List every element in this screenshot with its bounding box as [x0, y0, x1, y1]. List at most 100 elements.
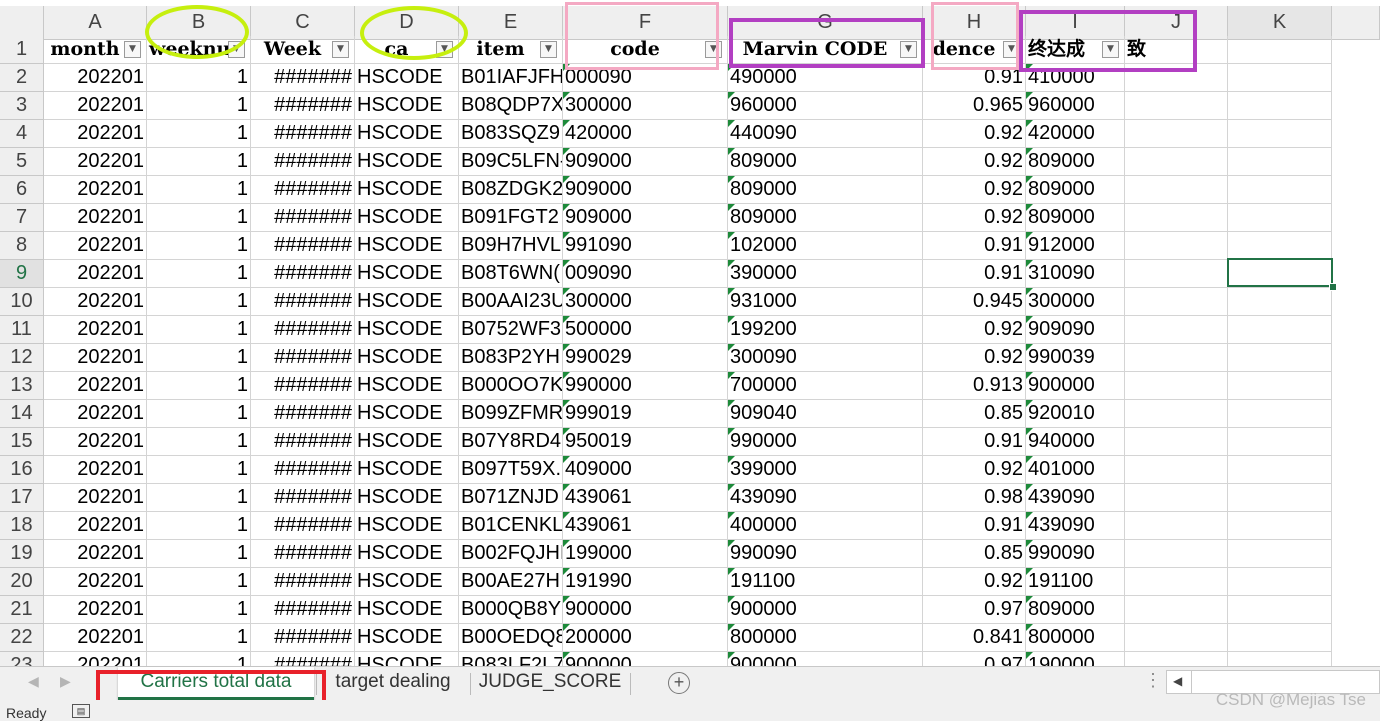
row-number[interactable]: 18	[0, 512, 44, 540]
cell-h[interactable]: 0.92	[923, 204, 1026, 232]
sheet-tab-target-dealing[interactable]: target dealing	[318, 667, 468, 697]
cell-g[interactable]: 400000	[728, 512, 923, 540]
cell-a[interactable]: 202201	[44, 428, 147, 456]
cell-g[interactable]: 300090	[728, 344, 923, 372]
cell-b[interactable]: 1	[147, 232, 251, 260]
cell-b[interactable]: 1	[147, 624, 251, 652]
cell-d[interactable]: HSCODE	[355, 120, 459, 148]
cell[interactable]	[1228, 36, 1332, 64]
cell-d[interactable]: HSCODE	[355, 568, 459, 596]
select-all-corner[interactable]	[0, 6, 44, 40]
cell-a[interactable]: 202201	[44, 64, 147, 92]
cell-g[interactable]: 490000	[728, 64, 923, 92]
cell-j[interactable]	[1125, 232, 1228, 260]
cell-f[interactable]: 900000	[563, 596, 728, 624]
cell-c[interactable]: #######	[251, 288, 355, 316]
cell-b[interactable]: 1	[147, 400, 251, 428]
cell-b[interactable]: 1	[147, 372, 251, 400]
cell-d[interactable]: HSCODE	[355, 400, 459, 428]
cell-c[interactable]: #######	[251, 176, 355, 204]
cell-j[interactable]	[1125, 428, 1228, 456]
cell-b[interactable]: 1	[147, 148, 251, 176]
cell-f[interactable]: 191990	[563, 568, 728, 596]
cell-j[interactable]	[1125, 120, 1228, 148]
cell-b[interactable]: 1	[147, 344, 251, 372]
cell-f[interactable]: 990000	[563, 372, 728, 400]
cell-h[interactable]: 0.92	[923, 176, 1026, 204]
cell-i[interactable]: 800000	[1026, 624, 1125, 652]
cell-j[interactable]	[1125, 484, 1228, 512]
cell-g[interactable]: 900000	[728, 596, 923, 624]
cell-j[interactable]	[1125, 568, 1228, 596]
cell-b[interactable]: 1	[147, 260, 251, 288]
cell-h[interactable]: 0.85	[923, 400, 1026, 428]
cell-a[interactable]: 202201	[44, 288, 147, 316]
cell-b[interactable]: 1	[147, 456, 251, 484]
cell-i[interactable]: 439090	[1026, 484, 1125, 512]
cell-a[interactable]: 202201	[44, 204, 147, 232]
cell-j[interactable]	[1125, 624, 1228, 652]
cell-d[interactable]: HSCODE	[355, 540, 459, 568]
cell-e[interactable]: B08QDP7X	[459, 92, 563, 120]
cell-j[interactable]	[1125, 596, 1228, 624]
cell-h[interactable]: 0.92	[923, 148, 1026, 176]
cell-c[interactable]: #######	[251, 204, 355, 232]
cell-k[interactable]	[1228, 484, 1332, 512]
cell-h[interactable]: 0.91	[923, 512, 1026, 540]
cell-f[interactable]: 991090	[563, 232, 728, 260]
cell-g[interactable]: 440090	[728, 120, 923, 148]
cell-e[interactable]: B083LF2L7	[459, 652, 563, 666]
cell-c[interactable]: #######	[251, 400, 355, 428]
cell-e[interactable]: B000OO7K	[459, 372, 563, 400]
cell-k[interactable]	[1228, 204, 1332, 232]
cell-c[interactable]: #######	[251, 232, 355, 260]
cell-a[interactable]: 202201	[44, 652, 147, 666]
cell-e[interactable]: B097T59X.	[459, 456, 563, 484]
cell-c[interactable]: #######	[251, 484, 355, 512]
cell-h[interactable]: 0.92	[923, 568, 1026, 596]
cell-j[interactable]	[1125, 372, 1228, 400]
cell-j[interactable]	[1125, 148, 1228, 176]
cell-h[interactable]: 0.945	[923, 288, 1026, 316]
cell-b[interactable]: 1	[147, 512, 251, 540]
cell-d[interactable]: HSCODE	[355, 344, 459, 372]
cell-c[interactable]: #######	[251, 260, 355, 288]
row-number[interactable]: 13	[0, 372, 44, 400]
cell-e[interactable]: B00AAI23U	[459, 288, 563, 316]
cell-j[interactable]	[1125, 260, 1228, 288]
sheet-tab-judge-score[interactable]: JUDGE_SCORE	[472, 667, 628, 697]
cell-d[interactable]: HSCODE	[355, 288, 459, 316]
row-number[interactable]: 15	[0, 428, 44, 456]
cell-c[interactable]: #######	[251, 652, 355, 666]
scroll-left-arrow-icon[interactable]: ◀	[1173, 674, 1182, 688]
cell-e[interactable]: B09H7HVL	[459, 232, 563, 260]
cell-k[interactable]	[1228, 428, 1332, 456]
cell-a[interactable]: 202201	[44, 540, 147, 568]
row-number[interactable]: 9	[0, 260, 44, 288]
cell-f[interactable]: 409000	[563, 456, 728, 484]
row-number[interactable]: 3	[0, 92, 44, 120]
cell-c[interactable]: #######	[251, 316, 355, 344]
cell-h[interactable]: 0.91	[923, 260, 1026, 288]
cell-j[interactable]	[1125, 204, 1228, 232]
cell-f[interactable]: 420000	[563, 120, 728, 148]
cell-h[interactable]: 0.97	[923, 652, 1026, 666]
cell-f[interactable]: 909000	[563, 148, 728, 176]
cell-a[interactable]: 202201	[44, 92, 147, 120]
cell-i[interactable]: 190000	[1026, 652, 1125, 666]
cell-k[interactable]	[1228, 652, 1332, 666]
cell-i[interactable]: 310090	[1026, 260, 1125, 288]
cell-k[interactable]	[1228, 372, 1332, 400]
cell-h[interactable]: 0.98	[923, 484, 1026, 512]
cell-d[interactable]: HSCODE	[355, 596, 459, 624]
cell-i[interactable]: 401000	[1026, 456, 1125, 484]
cell-k[interactable]	[1228, 344, 1332, 372]
row-number[interactable]: 5	[0, 148, 44, 176]
cell-g[interactable]: 700000	[728, 372, 923, 400]
cell-a[interactable]: 202201	[44, 568, 147, 596]
cell-b[interactable]: 1	[147, 316, 251, 344]
cell-g[interactable]: 809000	[728, 204, 923, 232]
cell-g[interactable]: 990000	[728, 428, 923, 456]
cell-d[interactable]: HSCODE	[355, 204, 459, 232]
cell-b[interactable]: 1	[147, 288, 251, 316]
